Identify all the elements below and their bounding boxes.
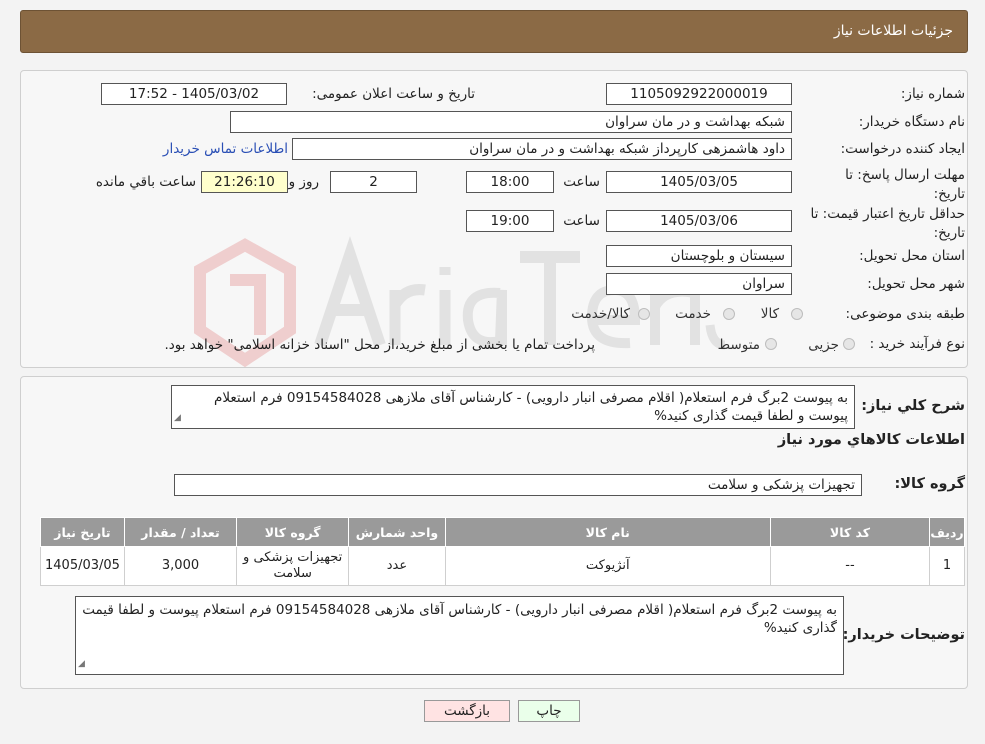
cell-need-date: 1405/03/05 [40,546,125,586]
col-goods-name: نام کالا [444,517,771,547]
response-deadline-label-line2: تاریخ: [933,186,965,202]
category-radio-goods-service[interactable] [638,308,650,320]
buyer-notes-field[interactable]: به پیوست 2برگ فرم استعلام( اقلام مصرفی ا… [75,596,844,675]
resize-grip-icon[interactable]: ◢ [78,655,85,673]
delivery-province-field: سیستان و بلوچستان [606,245,792,267]
goods-info-title: اطلاعات کالاهاي مورد نياز [777,432,965,448]
delivery-city-field: سراوان [606,273,792,295]
price-validity-label: حداقل تاریخ اعتبار قیمت: تا تاریخ: [811,205,965,243]
request-creator-field: داود هاشمزهی کارپرداز شبکه بهداشت و در م… [292,138,792,160]
goods-group-field: تجهیزات پزشکی و سلامت [174,474,862,496]
col-goods-code: کد کالا [769,517,931,547]
col-goods-group: گروه کالا [236,517,350,547]
cell-goods-code: -- [769,546,931,586]
process-radio-medium-label: متوسط [717,337,760,353]
col-need-date: تاریخ نیاز [40,517,125,547]
remaining-time-field: 21:26:10 [201,171,288,193]
delivery-city-label: شهر محل تحویل: [867,276,965,292]
buyer-org-label: نام دستگاه خریدار: [858,114,965,130]
general-description-text: به پیوست 2برگ فرم استعلام( اقلام مصرفی ا… [214,390,848,424]
general-description-field[interactable]: به پیوست 2برگ فرم استعلام( اقلام مصرفی ا… [171,385,855,429]
col-unit: واحد شمارش [348,517,446,547]
process-radio-minor-label: جزیی [808,337,839,353]
purchase-process-label: نوع فرآیند خرید : [869,336,965,352]
category-radio-goods-label: کالا [760,306,779,322]
cell-quantity: 3,000 [123,546,238,586]
response-deadline-label: مهلت ارسال پاسخ: تا تاریخ: [845,166,965,204]
remaining-time-label: ساعت باقي مانده [95,174,196,190]
remaining-days-label: روز و [288,174,319,190]
need-number-field: 1105092922000019 [606,83,792,105]
treasury-payment-note: پرداخت تمام یا بخشی از مبلغ خرید،از محل … [164,337,595,353]
request-creator-label: ایجاد کننده درخواست: [840,141,965,157]
price-validity-hour-field: 19:00 [466,210,554,232]
process-radio-minor[interactable] [843,338,855,350]
buyer-org-field: شبکه بهداشت و در مان سراوان [230,111,792,133]
subject-category-label: طبقه بندی موضوعی: [845,306,965,322]
announce-datetime-label: تاریخ و ساعت اعلان عمومی: [312,86,475,102]
print-button[interactable]: چاپ [518,700,580,722]
category-radio-goods-service-label: کالا/خدمت [571,306,630,322]
cell-goods-group: تجهیزات پزشکی و سلامت [236,546,350,586]
page-header: جزئیات اطلاعات نیاز [20,10,968,53]
price-validity-label-line2: تاریخ: [933,225,965,241]
category-radio-goods[interactable] [791,308,803,320]
response-deadline-hour-label: ساعت [563,174,600,190]
buyer-notes-label: توضیحات خریدار: [842,627,965,643]
buyer-notes-text: به پیوست 2برگ فرم استعلام( اقلام مصرفی ا… [82,602,837,636]
delivery-province-label: استان محل تحویل: [859,248,965,264]
price-validity-date-field: 1405/03/06 [606,210,792,232]
cell-row-number: 1 [929,546,965,586]
need-number-label: شماره نیاز: [900,86,965,102]
general-description-label: شرح کلي نياز: [861,398,965,414]
announce-datetime-field: 1405/03/02 - 17:52 [101,83,287,105]
cell-unit: عدد [348,546,446,586]
response-deadline-label-line1: مهلت ارسال پاسخ: تا [845,167,965,183]
cell-goods-name: آنژیوکت [444,546,771,586]
goods-group-label: گروه کالا: [894,476,965,492]
response-deadline-date-field: 1405/03/05 [606,171,792,193]
response-deadline-hour-field: 18:00 [466,171,554,193]
resize-grip-icon[interactable]: ◢ [174,409,181,427]
category-radio-service-label: خدمت [675,306,711,322]
col-quantity: تعداد / مقدار [123,517,238,547]
table-row: 1 -- آنژیوکت عدد تجهیزات پزشکی و سلامت 3… [40,546,965,586]
price-validity-label-line1: حداقل تاریخ اعتبار قیمت: تا [810,206,965,222]
buyer-contact-link[interactable]: اطلاعات تماس خریدار [163,141,288,157]
col-row-number: ردیف [929,517,965,547]
process-radio-medium[interactable] [765,338,777,350]
goods-table-header-row: ردیف کد کالا نام کالا واحد شمارش گروه کا… [40,517,965,547]
remaining-days-field: 2 [330,171,417,193]
price-validity-hour-label: ساعت [563,213,600,229]
page-title: جزئیات اطلاعات نیاز [833,23,953,39]
category-radio-service[interactable] [723,308,735,320]
back-button[interactable]: بازگشت [424,700,510,722]
goods-table: ردیف کد کالا نام کالا واحد شمارش گروه کا… [40,517,965,586]
